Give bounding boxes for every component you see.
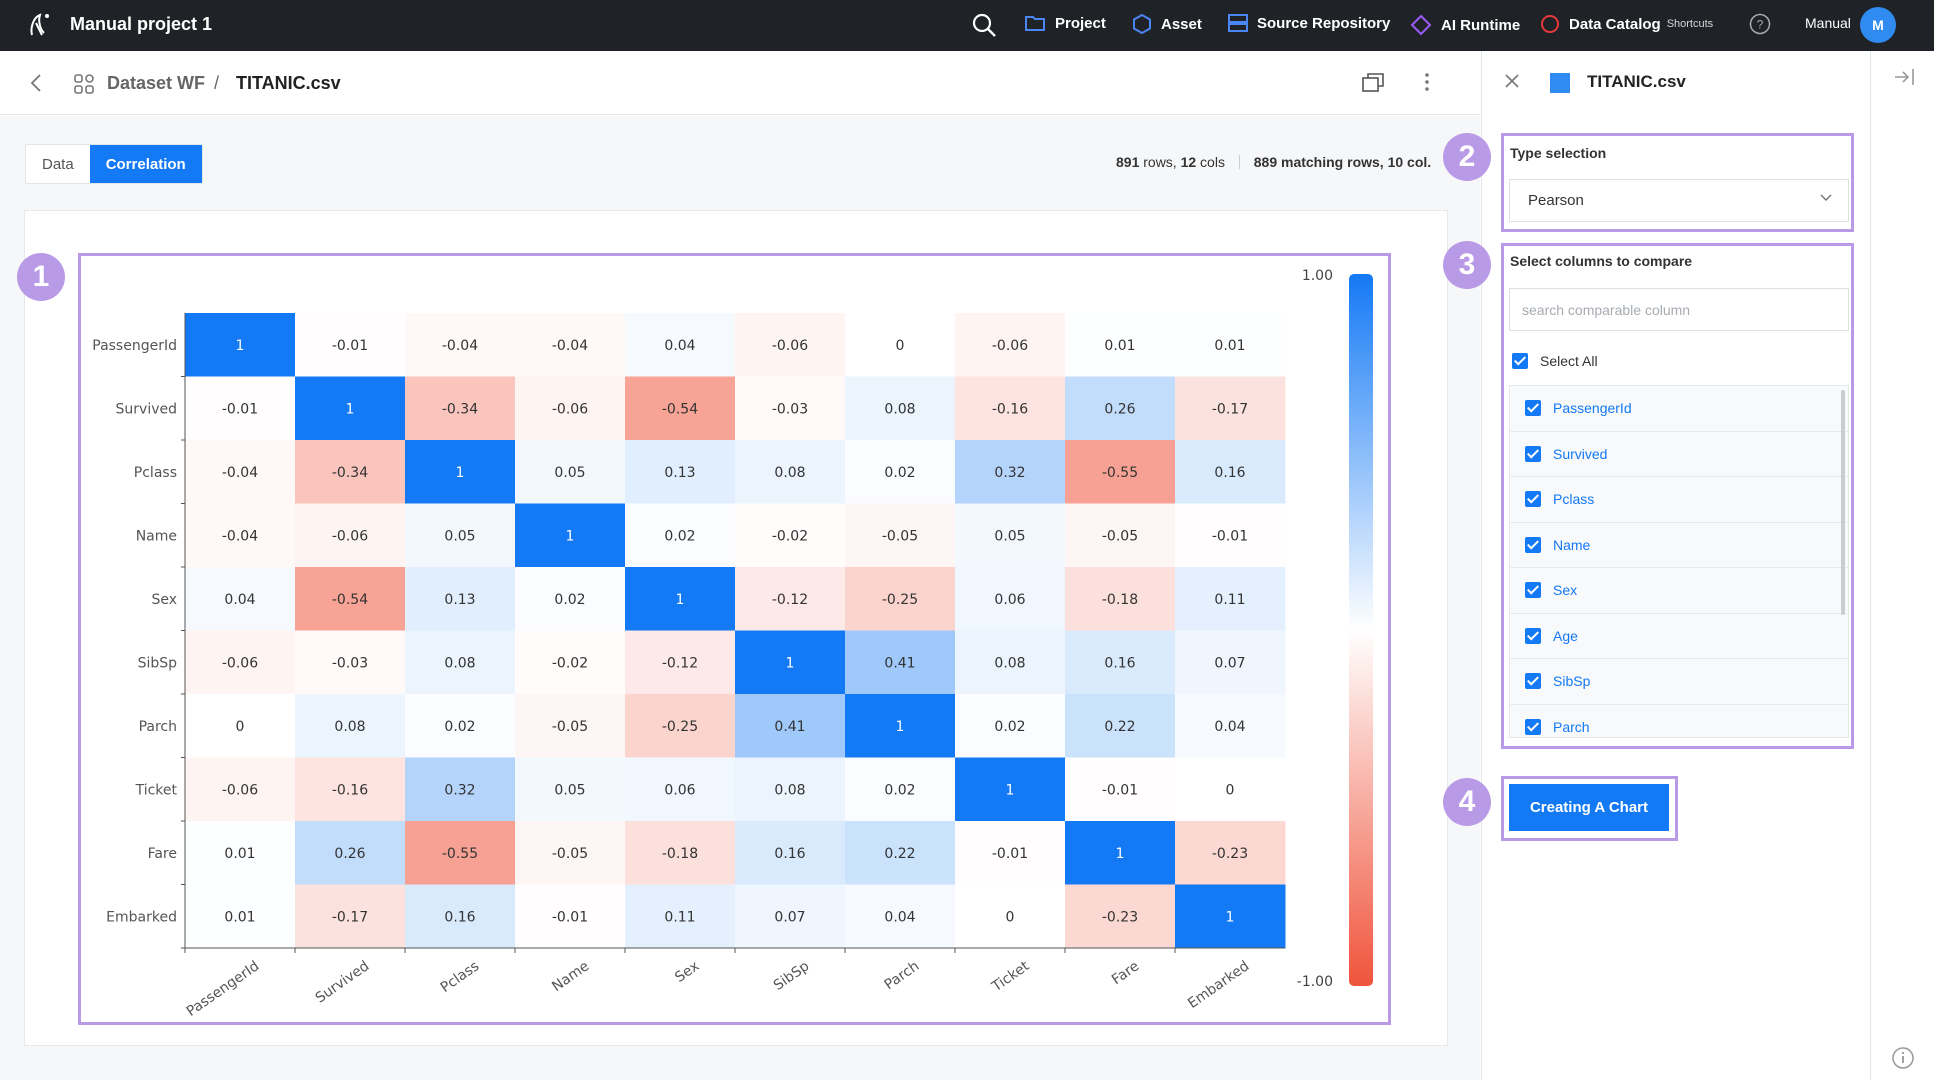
highlight-box-columns [1501, 243, 1854, 749]
highlight-box-create-button [1501, 776, 1678, 841]
rows-label: rows, [1139, 154, 1181, 170]
expand-panel-icon[interactable] [1893, 67, 1915, 87]
cols-label: cols [1196, 154, 1225, 170]
nav-data-catalog-label: Data Catalog [1569, 15, 1661, 33]
row-count-info: 891 rows, 12 cols 889 matching rows, 10 … [1116, 154, 1431, 170]
row-info-divider [1238, 155, 1240, 169]
side-strip [1870, 51, 1934, 1080]
open-window-icon[interactable] [1362, 73, 1384, 93]
step-badge-2: 2 [1443, 133, 1491, 181]
breadcrumb: Dataset WF / TITANIC.csv [0, 51, 1480, 115]
breadcrumb-current: TITANIC.csv [236, 73, 341, 93]
nav-ai-runtime[interactable]: AI Runtime [1410, 14, 1520, 36]
dataset-icon [74, 74, 94, 94]
folder-icon [1025, 16, 1045, 31]
search-icon[interactable] [971, 12, 997, 38]
user-name[interactable]: Manual [1805, 15, 1851, 31]
matching-rows: 889 matching rows, 10 col. [1253, 154, 1432, 170]
nav-ai-runtime-label: AI Runtime [1441, 16, 1521, 34]
highlight-box-chart [78, 253, 1391, 1025]
highlight-box-type-selection [1501, 133, 1854, 232]
nav-project-label: Project [1055, 14, 1106, 32]
project-title[interactable]: Manual project 1 [70, 14, 212, 35]
nav-data-catalog[interactable]: Data Catalog Shortcuts [1540, 14, 1713, 34]
help-icon[interactable]: ? [1748, 12, 1772, 36]
back-arrow-icon[interactable] [30, 74, 42, 92]
avatar[interactable]: M [1860, 7, 1896, 43]
breadcrumb-separator: / [214, 73, 220, 93]
shortcuts-label[interactable]: Shortcuts [1667, 18, 1713, 30]
svg-text:?: ? [1757, 18, 1764, 32]
nav-source-repository[interactable]: Source Repository [1228, 14, 1390, 32]
repository-icon [1228, 14, 1248, 32]
row-count: 891 [1116, 154, 1140, 170]
tab-correlation[interactable]: Correlation [89, 145, 202, 183]
step-badge-4: 4 [1443, 778, 1491, 826]
breadcrumb-parent[interactable]: Dataset WF [107, 73, 205, 94]
close-icon[interactable] [1504, 73, 1520, 89]
top-navigation-bar: Manual project 1 Project Asset Source Re… [0, 0, 1934, 51]
step-badge-3: 3 [1443, 241, 1491, 289]
col-count: 12 [1180, 154, 1197, 170]
more-options-icon[interactable] [1424, 71, 1430, 93]
catalog-icon [1541, 15, 1559, 33]
hexagon-icon [1133, 14, 1151, 34]
nav-asset-label: Asset [1161, 15, 1202, 33]
app-logo-icon[interactable] [26, 11, 52, 39]
file-color-icon [1550, 73, 1570, 93]
info-icon[interactable] [1891, 1046, 1915, 1070]
step-badge-1: 1 [17, 253, 65, 301]
nav-asset[interactable]: Asset [1132, 14, 1202, 34]
panel-title: TITANIC.csv [1587, 72, 1686, 91]
diamond-icon [1410, 14, 1432, 36]
view-tabs: Data Correlation [25, 144, 203, 184]
nav-project[interactable]: Project [1024, 14, 1106, 32]
tab-data[interactable]: Data [26, 145, 90, 183]
nav-source-repository-label: Source Repository [1257, 14, 1391, 32]
